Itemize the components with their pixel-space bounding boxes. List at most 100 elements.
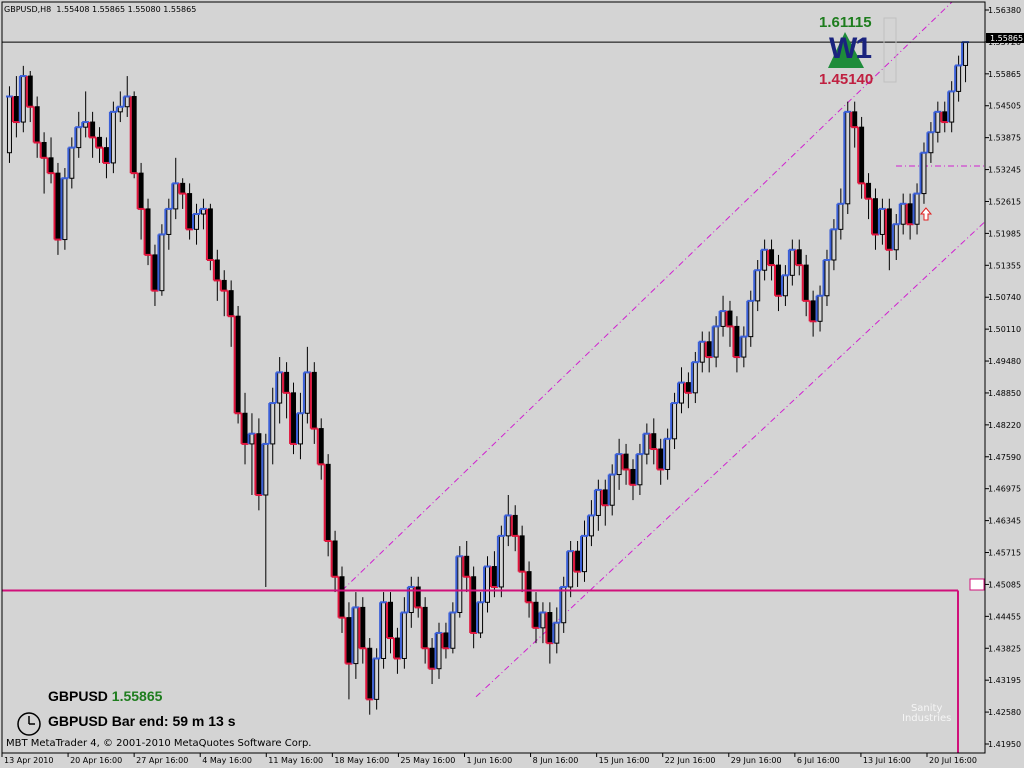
- candle-body: [852, 111, 858, 128]
- candle-body: [678, 382, 684, 404]
- y-tick-label: 1.47590: [988, 453, 1021, 462]
- current-price-tag: 1.55865: [986, 33, 1024, 43]
- candle-body: [498, 535, 504, 588]
- candle-body: [512, 514, 518, 537]
- candle-body: [519, 535, 525, 573]
- candle-body: [277, 371, 283, 404]
- candle-body: [34, 106, 40, 143]
- y-tick-label: 1.52615: [988, 197, 1021, 206]
- candle-body: [353, 606, 359, 665]
- candle-body: [62, 177, 68, 241]
- candle-body: [249, 433, 255, 445]
- candle-body: [748, 300, 754, 338]
- candle-body: [949, 90, 955, 123]
- candle-body: [180, 182, 186, 195]
- y-tick-label: 1.43195: [988, 676, 1021, 685]
- candle-body: [332, 540, 338, 578]
- y-tick-label: 1.50110: [988, 325, 1021, 334]
- candle-body: [478, 601, 484, 634]
- candle-body: [152, 254, 158, 292]
- candle-body: [609, 474, 615, 506]
- x-tick-label: 4 May 16:00: [202, 756, 252, 765]
- x-tick-label: 8 Jun 16:00: [533, 756, 579, 765]
- candle-body: [55, 172, 61, 241]
- candle-body: [367, 647, 373, 700]
- x-tick-label: 20 Apr 16:00: [70, 756, 122, 765]
- candle-body: [706, 341, 712, 358]
- candle-body: [235, 315, 241, 414]
- candle-body: [935, 111, 941, 133]
- candle-body: [942, 111, 948, 123]
- candle-body: [284, 371, 290, 394]
- y-tick-label: 1.41950: [988, 740, 1021, 749]
- y-tick-label: 1.45715: [988, 549, 1021, 558]
- x-tick-label: 1 Jun 16:00: [467, 756, 513, 765]
- candle-body: [665, 438, 671, 470]
- ohlc-values: 1.55408 1.55865 1.55080 1.55865: [56, 5, 197, 14]
- candle-body: [630, 468, 636, 486]
- candle-body: [838, 203, 844, 230]
- y-tick-label: 1.53245: [988, 166, 1021, 175]
- x-tick-label: 25 May 16:00: [400, 756, 455, 765]
- candle-body: [554, 622, 560, 644]
- candle-body: [616, 453, 622, 476]
- candle-body: [374, 657, 380, 700]
- svg-text:1.55865: 1.55865: [990, 34, 1023, 43]
- candle-body: [602, 489, 608, 506]
- candle-body: [526, 571, 532, 603]
- candle-body: [575, 550, 581, 573]
- logo-line-2: Industries: [902, 713, 952, 724]
- candle-body: [256, 433, 262, 496]
- candle-body: [436, 632, 442, 670]
- chart-window[interactable]: 1.563801.557201.558651.545051.538751.532…: [0, 0, 1024, 768]
- y-tick-label: 1.53875: [988, 134, 1021, 143]
- candle-body: [803, 264, 809, 302]
- candle-body: [595, 489, 601, 516]
- candle-body: [207, 208, 213, 261]
- candle-body: [166, 208, 172, 235]
- candle-body: [831, 228, 837, 261]
- candle-body: [921, 152, 927, 195]
- candle-body: [76, 126, 82, 149]
- y-tick-label: 1.51355: [988, 261, 1021, 270]
- x-tick-label: 18 May 16:00: [334, 756, 389, 765]
- candle-body: [464, 555, 470, 578]
- candle-body: [214, 259, 220, 281]
- candle-body: [485, 566, 490, 603]
- candle-body: [775, 264, 781, 297]
- candle-body: [872, 198, 878, 235]
- candle-body: [741, 336, 747, 358]
- x-tick-label: 13 Jul 16:00: [863, 756, 911, 765]
- copyright-footer: MBT MetaTrader 4, © 2001-2010 MetaQuotes…: [6, 738, 312, 749]
- weekly-low: 1.45140: [819, 71, 874, 88]
- candle-body: [651, 433, 657, 450]
- y-tick-label: 1.56380: [988, 6, 1021, 15]
- price-chart[interactable]: 1.563801.557201.558651.545051.538751.532…: [0, 0, 1024, 768]
- candle-body: [623, 453, 629, 470]
- y-tick-label: 1.43825: [988, 644, 1021, 653]
- candle-body: [568, 550, 574, 588]
- sanity-logo: Sanity Industries: [902, 704, 951, 724]
- y-tick-label: 1.45085: [988, 580, 1021, 589]
- candle-body: [304, 371, 310, 414]
- candle-body: [893, 223, 899, 251]
- candle-body: [886, 208, 892, 251]
- candle-body: [13, 96, 19, 123]
- y-tick-label: 1.48850: [988, 389, 1021, 398]
- candle-body: [145, 208, 151, 256]
- candle-body: [457, 555, 463, 614]
- x-tick-label: 11 May 16:00: [268, 756, 323, 765]
- weekly-label: W1: [829, 32, 872, 65]
- candle-body: [263, 443, 269, 496]
- candle-body: [97, 136, 103, 149]
- candle-body: [561, 586, 567, 624]
- symbol-timeframe: GBPUSD,H8: [4, 5, 52, 14]
- level-tag[interactable]: [969, 578, 985, 591]
- candle-body: [720, 310, 726, 327]
- candle-body: [658, 448, 664, 470]
- candle-body: [963, 41, 969, 66]
- symbol-price-readout: GBPUSD 1.55865: [48, 688, 162, 704]
- candle-body: [48, 157, 54, 174]
- bar-end-readout: GBPUSD Bar end: 59 m 13 s: [48, 713, 236, 729]
- y-tick-label: 1.54505: [988, 102, 1021, 111]
